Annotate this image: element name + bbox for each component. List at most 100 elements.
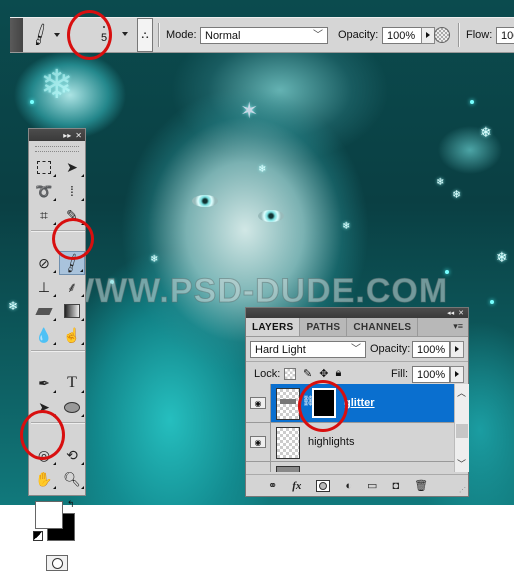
- flow-input[interactable]: 100: [496, 27, 514, 44]
- tab-layers[interactable]: LAYERS: [246, 318, 301, 336]
- snowflake-decoration: ❄: [496, 249, 508, 265]
- adjustment-layer-icon[interactable]: ◐: [345, 480, 352, 492]
- add-mask-icon[interactable]: [316, 479, 331, 492]
- brush-size-value: 5: [100, 32, 108, 44]
- close-icon[interactable]: ✕: [458, 309, 464, 317]
- eraser-tool[interactable]: [31, 299, 57, 323]
- snowflake-decoration: ❄: [452, 189, 462, 201]
- layer-mask-thumbnail[interactable]: [312, 388, 336, 418]
- collapse-icon[interactable]: ◂◂: [447, 309, 454, 317]
- new-group-icon[interactable]: ▭: [367, 479, 377, 492]
- sparkle-decoration: [490, 300, 494, 304]
- visibility-toggle[interactable]: ◉: [246, 423, 271, 461]
- collapse-icon[interactable]: ▸▸: [63, 131, 71, 140]
- layer-row-glitter[interactable]: ◉ ⛓ glitter: [246, 384, 454, 423]
- visibility-toggle[interactable]: [246, 462, 271, 472]
- link-layers-icon[interactable]: ⚭: [268, 479, 277, 492]
- fill-input[interactable]: 100%: [412, 366, 450, 383]
- quick-mask-button[interactable]: [46, 555, 68, 571]
- mode-select[interactable]: Normal ﹀: [200, 27, 328, 44]
- sparkle-decoration: [30, 100, 34, 104]
- type-tool[interactable]: T: [59, 371, 85, 395]
- opacity-input[interactable]: 100%: [382, 27, 422, 44]
- layer-opacity-slider-button[interactable]: [450, 341, 464, 358]
- mode-label: Mode:: [166, 29, 197, 41]
- panel-menu-icon[interactable]: ▾≡: [448, 318, 468, 336]
- tab-paths[interactable]: PATHS: [300, 318, 348, 336]
- airbrush-toggle[interactable]: [434, 18, 450, 52]
- scrollbar-thumb[interactable]: [456, 424, 468, 438]
- sparkle-decoration: [470, 100, 474, 104]
- options-bar-grip[interactable]: [10, 18, 23, 52]
- tools-panel-header[interactable]: ▸▸ ✕: [29, 129, 85, 141]
- snowflake-decoration: ❄: [40, 63, 74, 107]
- layers-panel-header[interactable]: ◂◂ ✕: [246, 308, 468, 318]
- resize-grip-icon[interactable]: ⋰: [459, 486, 466, 494]
- visibility-toggle[interactable]: ◉: [246, 384, 271, 422]
- default-colors-icon[interactable]: [33, 531, 43, 541]
- zoom-tool[interactable]: 🔍︎: [59, 467, 85, 491]
- fill-slider-button[interactable]: [450, 366, 464, 383]
- delete-icon[interactable]: 🗑︎: [414, 479, 428, 492]
- divider: [31, 422, 85, 424]
- fx-icon[interactable]: fx: [292, 480, 301, 492]
- lock-all-icon[interactable]: 🔒︎: [335, 367, 341, 380]
- lock-pixels-icon[interactable]: ✎: [303, 367, 312, 380]
- snowflake-decoration: ❄: [150, 254, 159, 265]
- move-tool[interactable]: ➤: [59, 155, 85, 179]
- layer-opacity-input[interactable]: 100%: [412, 341, 450, 358]
- foreground-color-swatch[interactable]: [35, 501, 63, 529]
- layer-thumbnail: [276, 388, 300, 420]
- new-layer-icon[interactable]: ◘: [392, 480, 399, 492]
- layers-panel-footer: ⚭ fx ◐ ▭ ◘ 🗑︎: [246, 474, 468, 496]
- brush-panel-icon: ⛬: [141, 29, 149, 41]
- eye-icon: ◉: [250, 436, 266, 448]
- lasso-tool[interactable]: ➰: [31, 179, 57, 203]
- hand-tool[interactable]: ✋: [31, 467, 57, 491]
- pen-tool[interactable]: ✒: [31, 371, 57, 395]
- path-selection-tool[interactable]: ➤: [31, 395, 57, 419]
- toggle-brush-panel-button[interactable]: ⛬: [137, 18, 153, 52]
- layer-list: ◉ ⛓ glitter ◉ highlights: [246, 384, 454, 472]
- ellipse-tool[interactable]: [59, 395, 85, 419]
- chevron-down-icon[interactable]: [122, 32, 128, 36]
- close-icon[interactable]: ✕: [75, 131, 82, 140]
- brush-preset-picker[interactable]: 5: [84, 18, 124, 52]
- eye-artwork: [258, 210, 284, 222]
- blend-mode-select[interactable]: Hard Light ﹀: [250, 341, 366, 358]
- rectangular-marquee-tool[interactable]: [31, 155, 57, 179]
- lock-position-icon[interactable]: ✥: [319, 367, 328, 380]
- history-brush-tool[interactable]: ⸙: [59, 275, 85, 299]
- arrow-icon: ➤: [38, 398, 50, 415]
- dodge-tool[interactable]: ☝: [59, 323, 85, 347]
- history-brush-icon: ⸙: [66, 278, 78, 295]
- stamp-icon: ⊥: [37, 278, 51, 295]
- tab-channels[interactable]: CHANNELS: [347, 318, 419, 336]
- snowflake-decoration: ❄: [480, 124, 492, 140]
- quick-selection-icon: ⁞: [70, 183, 74, 199]
- blur-tool[interactable]: 💧: [31, 323, 57, 347]
- layer-row-highlights[interactable]: ◉ highlights: [246, 423, 454, 462]
- panel-grip[interactable]: [35, 146, 79, 152]
- tool-preset-picker[interactable]: 🖌: [27, 18, 70, 52]
- options-bar: 🖌 5 ⛬ Mode: Normal ﹀ Opacity: 100% Flow:…: [10, 17, 514, 53]
- layer-name[interactable]: highlights: [308, 436, 354, 448]
- gradient-tool[interactable]: [59, 299, 85, 323]
- gradient-icon: [64, 304, 80, 318]
- eyedropper-tool[interactable]: ✎: [59, 203, 85, 227]
- layer-name[interactable]: glitter: [344, 397, 375, 409]
- 3d-rotate-tool[interactable]: ◎: [31, 443, 57, 467]
- layers-scrollbar[interactable]: ︿ ﹀: [454, 384, 469, 472]
- chevron-down-icon[interactable]: ﹀: [457, 457, 466, 470]
- layer-row-partial[interactable]: [246, 462, 454, 472]
- clone-stamp-tool[interactable]: ⊥: [31, 275, 57, 299]
- quick-selection-tool[interactable]: ⁞: [59, 179, 85, 203]
- spot-healing-brush-tool[interactable]: ⊘: [31, 251, 57, 275]
- brush-tool[interactable]: 🖌: [59, 251, 85, 275]
- opacity-slider-button[interactable]: [421, 27, 435, 44]
- crop-tool[interactable]: ⌗: [31, 203, 57, 227]
- 3d-orbit-tool[interactable]: ⟲: [59, 443, 85, 467]
- lock-transparency-icon[interactable]: [284, 367, 296, 380]
- chevron-up-icon[interactable]: ︿: [457, 386, 466, 399]
- smudge-icon: ☝: [63, 326, 81, 343]
